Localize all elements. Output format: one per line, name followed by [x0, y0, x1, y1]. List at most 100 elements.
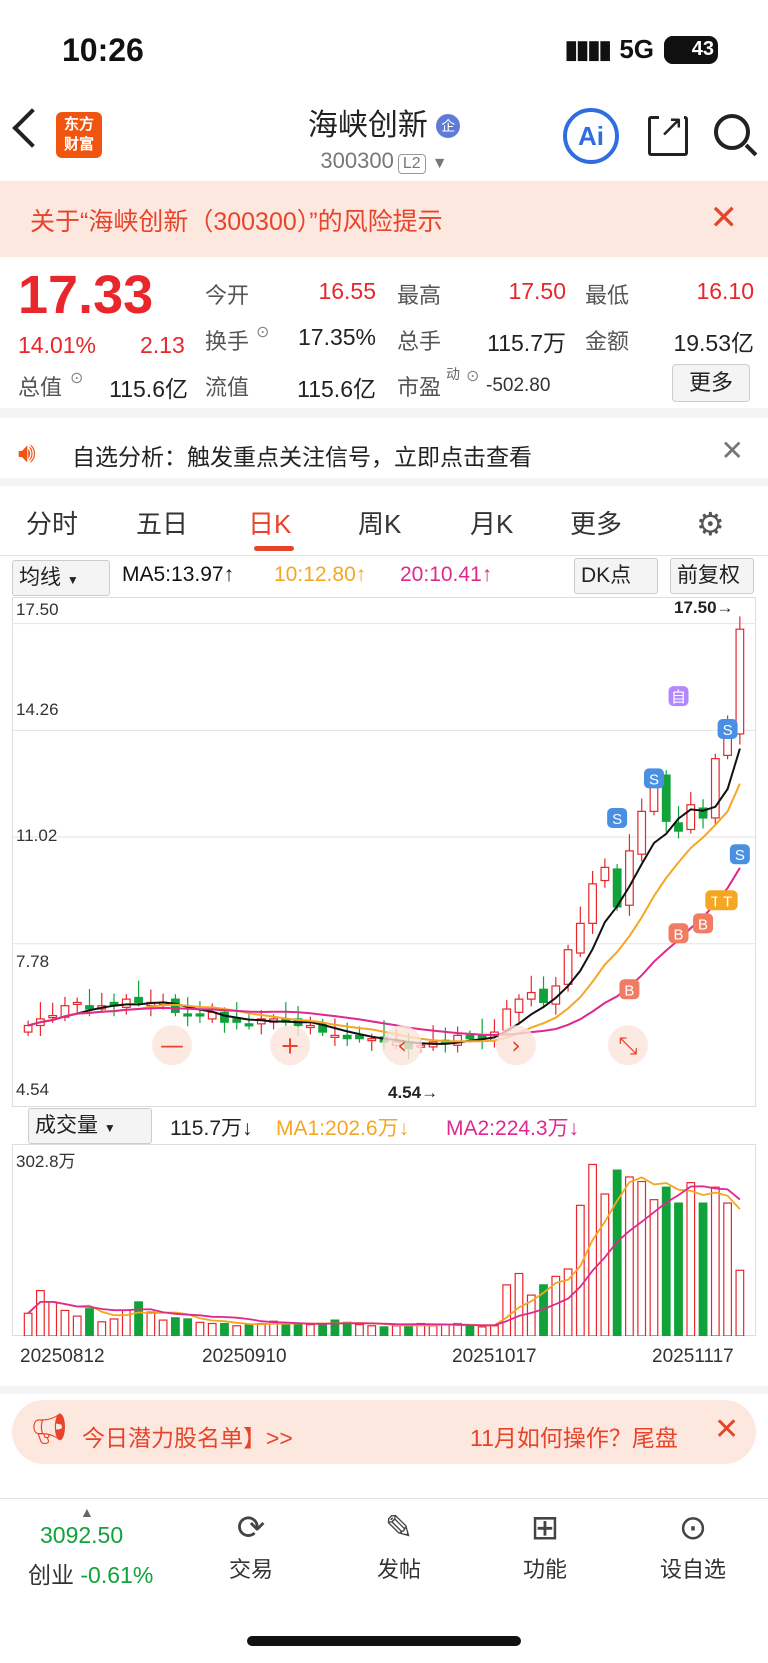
close-icon[interactable]: ✕ [714, 1412, 739, 1447]
volume-bar [207, 1322, 217, 1336]
chevron-down-icon: ▼ [103, 1121, 116, 1135]
y-tick: 4.54 [16, 1080, 50, 1099]
candle [539, 988, 548, 1004]
ma-select[interactable]: 均线 ▼ [12, 560, 110, 596]
adjust-select[interactable]: 前复权 [670, 558, 754, 594]
search-icon[interactable] [714, 114, 750, 150]
signal-label: B [624, 982, 634, 999]
mktcap-label: 总值 [18, 375, 63, 400]
candle [625, 850, 634, 906]
volume-bar [97, 1321, 107, 1336]
volume-bar [183, 1318, 193, 1336]
volume-bar [244, 1324, 254, 1336]
info-icon[interactable]: ⊙ [466, 366, 479, 386]
nav-add-watchlist[interactable]: ⊙ 设自选 [638, 1508, 748, 1584]
chart-control-icon: + [280, 1031, 300, 1059]
tab-weekly-k[interactable]: 周K [358, 504, 401, 541]
candle [342, 1034, 352, 1040]
volume-bar [686, 1182, 696, 1336]
network-label: 5G [619, 34, 654, 64]
candle [330, 1034, 340, 1038]
change-percent: 14.01% [18, 332, 97, 358]
turnover-value: 17.35% [297, 324, 376, 350]
risk-banner-text[interactable]: 关于“海峡创新（300300）”的风险提示 [30, 202, 443, 238]
volume-bar [318, 1322, 328, 1336]
signal-label: B [674, 926, 684, 943]
volume-bar [649, 1199, 659, 1336]
index-name[interactable]: 创业 -0.61% [28, 1556, 153, 1590]
volume-bar [60, 1309, 70, 1336]
volume-select[interactable]: 成交量 ▼ [28, 1108, 152, 1144]
candle [637, 810, 647, 855]
status-indicators: ▮▮▮▮ 5G 43 [564, 34, 718, 65]
turnover-label: 换手 [205, 329, 250, 354]
more-button[interactable]: 更多 [672, 364, 750, 402]
volume-bar [661, 1186, 671, 1336]
info-icon[interactable]: ⊙ [70, 368, 83, 388]
caret-up-icon: ▲ [80, 1504, 94, 1520]
volume-chart[interactable] [12, 1144, 756, 1336]
kline-chart[interactable]: SSSSBBBT T自— + ‹ › ⤡ [12, 597, 756, 1107]
volume-bar [600, 1193, 610, 1336]
candle [23, 1024, 33, 1033]
amount-label: 金额 [585, 329, 630, 354]
divider [0, 478, 768, 486]
index-change: -0.61% [80, 1562, 154, 1588]
chart-control-icon: ⤡ [618, 1031, 637, 1059]
ma5-label: MA5:13.97↑ [122, 563, 235, 586]
candle [465, 1034, 475, 1040]
change-value: 2.13 [140, 332, 185, 358]
float-label: 流值 [205, 375, 250, 400]
float-value: 115.6亿 [297, 376, 376, 402]
signal-label: T [723, 893, 732, 910]
nav-functions[interactable]: ⊞ 功能 [490, 1508, 600, 1584]
tab-minute[interactable]: 分时 [26, 504, 78, 541]
nav-post[interactable]: ✎ 发帖 [344, 1508, 454, 1584]
ma10-label: 10:12.80↑ [274, 563, 367, 586]
gear-icon[interactable]: ⚙ [696, 505, 725, 543]
candle [121, 998, 131, 1008]
info-icon[interactable]: ⊙ [256, 322, 269, 342]
close-icon[interactable]: ✕ [710, 198, 739, 238]
index-value[interactable]: 3092.50 [40, 1522, 123, 1549]
open-label: 今开 [205, 283, 250, 308]
close-icon[interactable]: ✕ [721, 434, 744, 467]
tab-five-day[interactable]: 五日 [136, 504, 188, 541]
volume-bar [281, 1322, 291, 1336]
signal-label: S [735, 847, 745, 864]
pe-label: 市盈 [397, 375, 442, 400]
megaphone-icon: 📢︎ [30, 1413, 69, 1446]
tab-more[interactable]: 更多 [570, 504, 622, 541]
volume-bar [305, 1324, 315, 1336]
x-tick: 20250812 [20, 1346, 105, 1367]
nav-trade[interactable]: ⟳ 交易 [196, 1508, 306, 1584]
volume-bar [514, 1272, 524, 1336]
ai-button[interactable]: Ai [563, 108, 619, 164]
status-time: 10:26 [62, 32, 144, 68]
dk-select[interactable]: DK点 [574, 558, 658, 594]
volume-bar [502, 1284, 512, 1336]
tab-monthly-k[interactable]: 月K [470, 504, 513, 541]
chevron-down-icon: ▼ [66, 573, 79, 587]
volume-bar [723, 1202, 732, 1336]
analysis-text[interactable]: 自选分析：触发重点关注信号，立即点击查看 [72, 438, 532, 472]
speaker-icon: 🔊︎ [18, 437, 36, 468]
candle [575, 922, 585, 954]
tab-daily-k[interactable]: 日K [248, 504, 291, 541]
y-tick: 7.78 [16, 952, 50, 971]
share-icon[interactable] [648, 109, 688, 156]
high-value: 17.50 [508, 278, 566, 304]
candle [355, 1034, 364, 1040]
battery-icon: 43 [664, 35, 718, 64]
volume-bar [710, 1186, 720, 1336]
volume-bar [625, 1176, 634, 1336]
volume-bar [674, 1202, 683, 1336]
promo-text-2[interactable]: 11月如何操作？尾盘 [470, 1419, 678, 1453]
volume-bar [232, 1325, 242, 1336]
promo-text[interactable]: 今日潜力股名单】>> [82, 1419, 293, 1453]
high-marker-label: 17.50→ [674, 598, 734, 617]
enterprise-badge-icon: 企 [436, 114, 461, 138]
candle [48, 1015, 58, 1019]
x-tick: 20251117 [652, 1346, 734, 1367]
y-tick: 11.02 [16, 826, 58, 845]
